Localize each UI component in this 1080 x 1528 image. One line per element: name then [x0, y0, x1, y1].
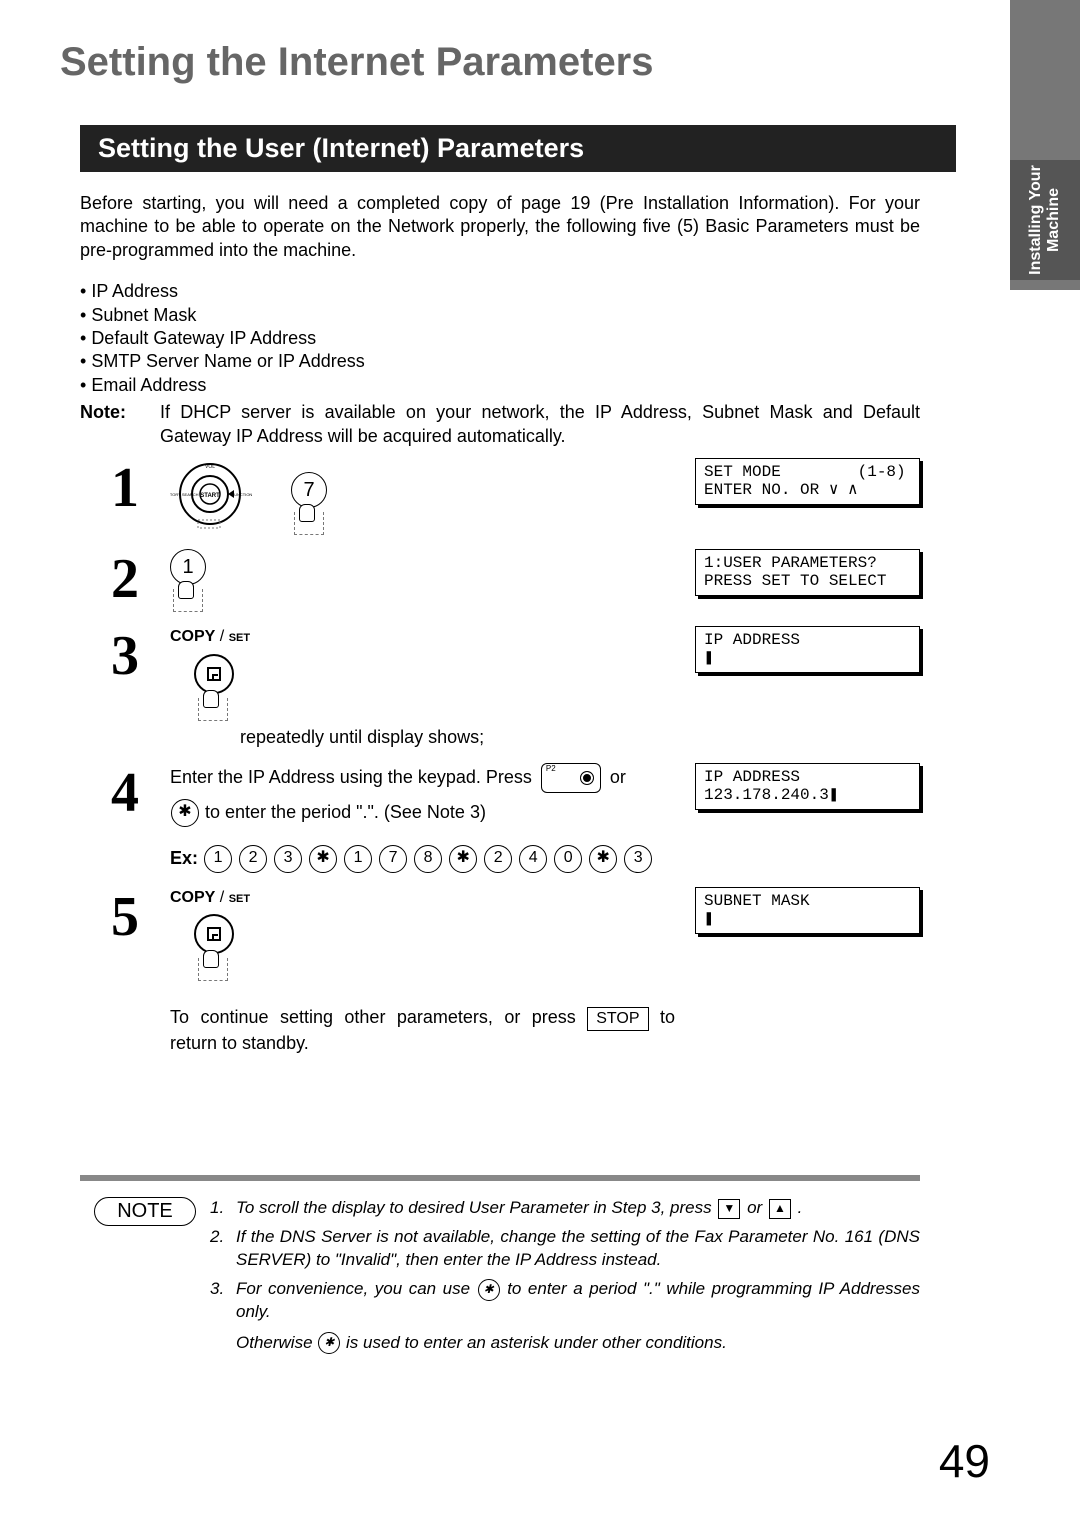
ex-key: ✱: [589, 845, 617, 873]
step5-text-a: To continue setting other parameters, or…: [170, 1007, 587, 1027]
press-icon: [294, 512, 324, 535]
footnote-index: 1.: [210, 1197, 236, 1220]
step-number: 3: [80, 628, 170, 684]
step3-tail: repeatedly until display shows;: [240, 725, 675, 749]
footnote-text: If the DNS Server is not available, chan…: [236, 1226, 920, 1272]
section-heading: Setting the User (Internet) Parameters: [80, 125, 956, 172]
p2-key-icon: P2: [541, 763, 601, 793]
step-number: 5: [80, 889, 170, 945]
note-row: Note: If DHCP server is available on you…: [80, 401, 920, 448]
side-tab-label: Installing Your Machine: [1027, 145, 1063, 295]
page-title: Setting the Internet Parameters: [60, 40, 990, 85]
ex-key: 2: [484, 845, 512, 873]
step-number: 2: [80, 551, 170, 607]
ex-key: 0: [554, 845, 582, 873]
asterisk-key-icon: ✱: [318, 1332, 340, 1354]
ex-key: 3: [274, 845, 302, 873]
copy-set-label: COPY / SET: [170, 887, 675, 909]
page-number: 49: [939, 1434, 990, 1488]
param-item: Subnet Mask: [80, 304, 920, 327]
copy-set-label: COPY / SET: [170, 626, 675, 648]
key-1: 1: [170, 549, 206, 612]
step-2: 2 1 1:USER PARAMETERS? PRESS SET TO SELE…: [80, 549, 920, 612]
footnote-text: is used to enter an asterisk under other…: [346, 1333, 727, 1352]
param-item: IP Address: [80, 280, 920, 303]
dial-icon: START VOL DIRECTORY SEARCH FUNCTION: [170, 458, 266, 530]
down-arrow-icon: ▼: [718, 1199, 740, 1219]
footnote-text: For convenience, you can use: [236, 1279, 477, 1298]
intro-paragraph: Before starting, you will need a complet…: [80, 192, 920, 262]
ex-key: 7: [379, 845, 407, 873]
note-badge-label: NOTE: [94, 1197, 196, 1226]
footnote-index: 3.: [210, 1278, 236, 1355]
ex-key: 3: [624, 845, 652, 873]
param-item: Default Gateway IP Address: [80, 327, 920, 350]
param-item: Email Address: [80, 374, 920, 397]
press-icon: [173, 589, 203, 612]
lcd-display: SET MODE (1-8) ENTER NO. OR ∨ ∧: [695, 458, 920, 505]
ex-key: 8: [414, 845, 442, 873]
param-list: IP Address Subnet Mask Default Gateway I…: [80, 280, 920, 397]
lcd-display: IP ADDRESS ❚: [695, 626, 920, 673]
example-label: Ex:: [170, 848, 198, 868]
side-tab: Installing Your Machine: [1010, 160, 1080, 280]
svg-text:DIRECTORY SEARCH: DIRECTORY SEARCH: [170, 492, 199, 497]
footnote-text: .: [798, 1198, 803, 1217]
ex-key: 2: [239, 845, 267, 873]
svg-text:FUNCTION: FUNCTION: [232, 492, 253, 497]
key-1-circle: 1: [170, 549, 206, 585]
asterisk-key-icon: ✱: [478, 1279, 500, 1301]
step4-text-a: Enter the IP Address using the keypad. P…: [170, 767, 537, 787]
step-4: 4 Enter the IP Address using the keypad.…: [80, 763, 920, 873]
step-1: 1 START VOL DIRECTORY SEARCH FUNCTION: [80, 458, 920, 535]
key-7-circle: 7: [291, 472, 327, 508]
step-5: 5 COPY / SET To continue setting other p…: [80, 887, 920, 1055]
footnote-3: 3. For convenience, you can use ✱ to ent…: [210, 1278, 920, 1355]
footnotes: NOTE 1. To scroll the display to desired…: [80, 1197, 920, 1361]
step-number: 4: [80, 765, 170, 821]
footnote-text: To scroll the display to desired User Pa…: [236, 1198, 716, 1217]
copy-set-icon: [194, 914, 234, 954]
step4-text-c: to enter the period ".". (See Note 3): [205, 802, 486, 822]
note-text: If DHCP server is available on your netw…: [160, 401, 920, 448]
press-icon: [198, 698, 228, 721]
press-icon: [198, 958, 228, 981]
step-number: 1: [80, 460, 170, 516]
footnote-text: Otherwise: [236, 1333, 317, 1352]
note-badge: NOTE: [80, 1197, 210, 1361]
footnote-2: 2. If the DNS Server is not available, c…: [210, 1226, 920, 1272]
step4-text-b: or: [610, 767, 626, 787]
step-3: 3 COPY / SET repeatedly until display sh…: [80, 626, 920, 749]
ex-key: 1: [344, 845, 372, 873]
ex-key: ✱: [449, 845, 477, 873]
footnote-text: or: [747, 1198, 767, 1217]
ex-key: 4: [519, 845, 547, 873]
copy-set-icon: [194, 654, 234, 694]
up-arrow-icon: ▲: [769, 1199, 791, 1219]
note-label: Note:: [80, 401, 160, 448]
param-item: SMTP Server Name or IP Address: [80, 350, 920, 373]
ex-key: ✱: [309, 845, 337, 873]
stop-key-icon: STOP: [587, 1007, 648, 1031]
lcd-display: SUBNET MASK ❚: [695, 887, 920, 934]
asterisk-key-icon: ✱: [171, 799, 199, 827]
lcd-display: 1:USER PARAMETERS? PRESS SET TO SELECT: [695, 549, 920, 596]
footnote-1: 1. To scroll the display to desired User…: [210, 1197, 920, 1220]
key-7: 7: [291, 458, 327, 535]
divider: [80, 1175, 920, 1181]
svg-text:START: START: [200, 493, 220, 499]
ex-key: 1: [204, 845, 232, 873]
footnote-index: 2.: [210, 1226, 236, 1272]
lcd-display: IP ADDRESS 123.178.240.3❚: [695, 763, 920, 810]
svg-text:VOL: VOL: [205, 464, 215, 470]
